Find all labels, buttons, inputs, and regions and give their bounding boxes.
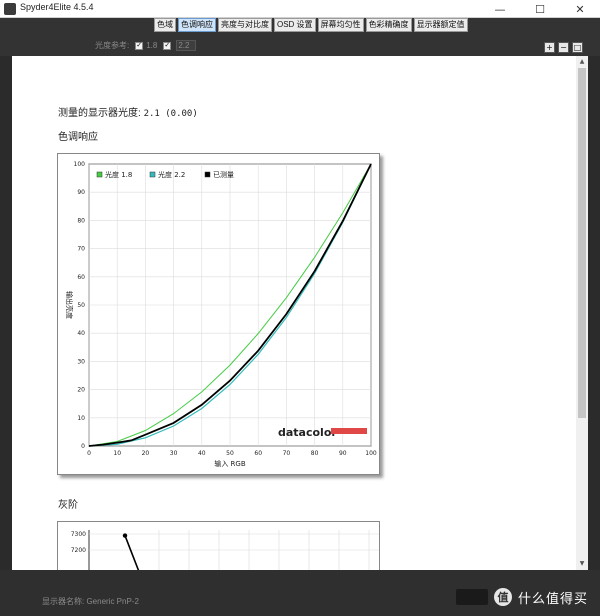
tone-response-chart: 0 10 20 30 40 50 60 70 80 90 100 0 10 20 30 40 50 60 70 80 9… [65,161,377,468]
tab-osd-settings[interactable]: OSD 设置 [274,18,316,32]
gamma-18-checkbox[interactable]: ✓ [135,41,144,50]
zoom-in-icon[interactable]: + [544,42,555,53]
toolbar: 色域 色调响应 亮度与对比度 OSD 设置 屏幕均匀性 色彩精确度 显示器额定值… [0,18,600,56]
zoom-out-icon[interactable]: − [558,42,569,53]
section-title-tone-response: 色调响应 [58,132,98,143]
y-tick-label: 7200 [71,547,86,554]
x-tick-label: 50 [226,450,234,457]
y-tick-label: 80 [77,217,85,224]
title-bar: Spyder4Elite 4.5.4 — ☐ ✕ [0,0,600,18]
tab-color-accuracy[interactable]: 色彩精确度 [365,18,412,32]
y-tick-label: 100 [74,161,86,168]
gamma-custom-input[interactable]: 2.2 [176,40,197,51]
tab-bar: 色域 色调响应 亮度与对比度 OSD 设置 屏幕均匀性 色彩精确度 显示器额定值 [154,18,468,32]
y-tick-label: 60 [77,274,85,281]
legend-label: 已测量 [213,171,234,179]
y-tick-label: 20 [77,387,85,394]
y-tick-label: 30 [77,358,85,365]
datacolor-bar [331,428,367,434]
scroll-thumb[interactable] [578,68,586,418]
datacolor-brand: datacolor [278,426,337,439]
scroll-down-icon[interactable]: ▼ [576,558,588,570]
display-name-label: 显示器名称: Generic PnP-2 [42,597,139,606]
y-tick-label: 0 [81,443,85,450]
legend-label: 光度 2.2 [158,170,185,179]
gamma-reference-label: 光度参考: [95,41,130,50]
zoom-controls: + − □ [544,42,583,53]
watermark-logo-icon: 值 [494,588,512,606]
grayscale-series-line [124,535,140,570]
tab-display-rating[interactable]: 显示器额定值 [413,18,468,32]
tab-gamut[interactable]: 色域 [154,18,176,32]
y-tick-label: 70 [77,246,85,253]
y-tick-label: 7300 [71,531,86,538]
legend-swatch [96,171,103,178]
legend-label: 光度 1.8 [105,170,132,179]
tab-screen-uniformity[interactable]: 屏幕均匀性 [317,18,364,32]
tone-response-chart-frame: 0 10 20 30 40 50 60 70 80 90 100 0 10 20 30 40 50 60 70 80 9… [57,153,380,475]
gamma-reference-row: 光度参考: ✓ 1.8 ✓ 2.2 [95,40,197,51]
report-content: 测量的显示器光度: 2.1 (0.00) 色调响应 0 10 20 30 40 50 60 7… [12,56,576,570]
x-tick-label: 80 [311,450,319,457]
x-tick-label: 0 [87,450,91,457]
app-logo-icon [4,3,16,15]
measured-gamma: 测量的显示器光度: 2.1 (0.00) [58,104,198,119]
x-tick-label: 70 [283,450,291,457]
y-tick-label: 10 [77,415,85,422]
y-tick-label: 50 [77,302,85,309]
legend-swatch [204,171,211,178]
maximize-button[interactable]: ☐ [520,0,560,18]
zoom-fit-icon[interactable]: □ [572,42,583,53]
tab-tone-response[interactable]: 色调响应 [178,18,216,32]
gamma-18-label: 1.8 [146,41,158,50]
section-title-grayscale: 灰阶 [58,500,78,511]
x-tick-label: 20 [142,450,150,457]
y-tick-label: 40 [77,330,85,337]
watermark-badge [456,589,488,605]
x-tick-label: 60 [254,450,262,457]
grayscale-chart-frame: 7300 7200 [57,521,380,570]
measured-gamma-label: 测量的显示器光度: [58,108,141,119]
grayscale-chart: 7300 7200 [71,530,379,570]
grayscale-point [122,533,128,538]
y-tick-label: 90 [77,189,85,196]
x-axis-label: 输入 RGB [214,459,246,468]
minimize-button[interactable]: — [480,0,520,18]
gamma-custom-checkbox[interactable]: ✓ [163,41,172,50]
close-button[interactable]: ✕ [560,0,600,18]
x-tick-label: 90 [339,450,347,457]
scroll-up-icon[interactable]: ▲ [576,56,588,68]
vertical-scrollbar[interactable]: ▲ ▼ [576,56,588,570]
x-tick-label: 30 [170,450,178,457]
window-title: Spyder4Elite 4.5.4 [20,2,94,12]
x-tick-label: 40 [198,450,206,457]
x-tick-label: 10 [113,450,121,457]
tab-brightness-contrast[interactable]: 亮度与对比度 [218,18,272,32]
measured-gamma-value: 2.1 (0.00) [143,109,198,119]
y-axis-label: 输出亮度 [65,291,74,319]
x-tick-label: 100 [365,450,377,457]
legend-swatch [149,171,156,178]
watermark: 值 什么值得买 [456,583,596,611]
watermark-text: 什么值得买 [518,591,589,607]
